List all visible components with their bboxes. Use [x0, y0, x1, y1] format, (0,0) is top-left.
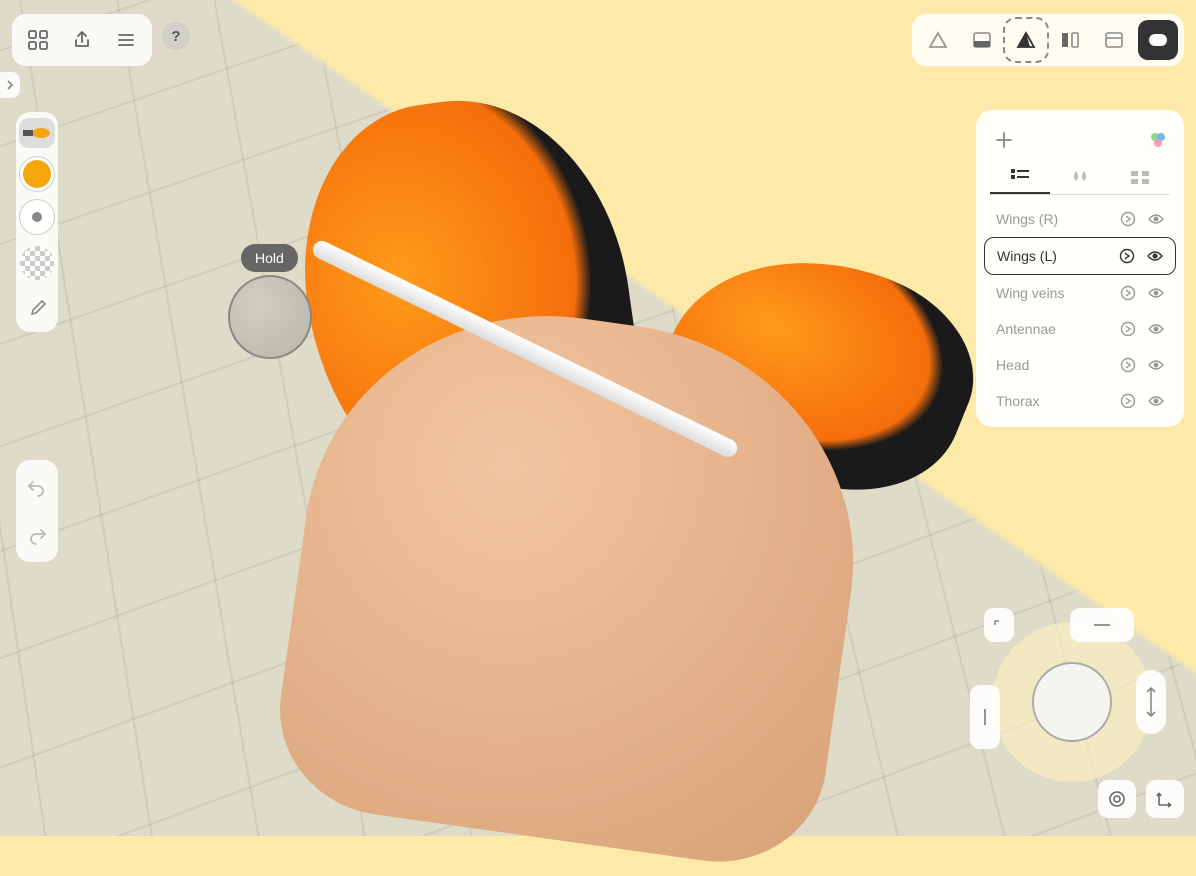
- eyedropper-button[interactable]: [20, 292, 54, 326]
- groups-icon: [1130, 169, 1150, 185]
- left-toolbar: [16, 112, 58, 332]
- updown-arrow-icon: [1143, 684, 1159, 720]
- vbar-icon: [982, 707, 988, 727]
- layers-panel: Wings (R) Wings (L) Wing veins Antennae …: [976, 110, 1184, 427]
- view-mode-shaded[interactable]: [962, 20, 1002, 60]
- view-mode-textured[interactable]: [1006, 20, 1046, 60]
- brush-size-button[interactable]: [20, 200, 54, 234]
- layer-name: Wings (L): [997, 248, 1057, 264]
- dark-bottom-icon: [972, 30, 992, 50]
- layers-panel-tabs: [990, 160, 1170, 195]
- navigation-compass[interactable]: [992, 622, 1152, 782]
- layer-row[interactable]: Wing veins: [984, 275, 1176, 311]
- eye-icon[interactable]: [1148, 357, 1164, 373]
- help-label: ?: [171, 28, 180, 45]
- layer-name: Head: [996, 357, 1029, 373]
- expand-sidebar-tab[interactable]: [0, 72, 20, 98]
- tab-groups[interactable]: [1110, 160, 1170, 194]
- tab-layers[interactable]: [990, 160, 1050, 194]
- picker-icon: [27, 299, 47, 319]
- redo-icon: [26, 524, 48, 546]
- grid-icon: [28, 30, 48, 50]
- tab-materials[interactable]: [1050, 160, 1110, 194]
- hold-tooltip: Hold: [241, 244, 298, 272]
- compass-corner-button[interactable]: [984, 608, 1014, 642]
- pill-icon: [1148, 33, 1168, 47]
- opacity-button[interactable]: [20, 246, 54, 280]
- layer-row[interactable]: Thorax: [984, 383, 1176, 419]
- axes-button[interactable]: [1146, 780, 1184, 818]
- arrow-circle-icon[interactable]: [1120, 393, 1136, 409]
- arrow-circle-icon[interactable]: [1120, 285, 1136, 301]
- arrow-circle-icon[interactable]: [1119, 248, 1135, 264]
- compass-left-button[interactable]: [970, 685, 1000, 749]
- hold-indicator: Hold: [228, 244, 312, 359]
- list-icon: [1010, 168, 1030, 184]
- minus-icon: [1092, 622, 1112, 628]
- layer-row[interactable]: Head: [984, 347, 1176, 383]
- share-icon: [72, 30, 92, 50]
- bottom-right-buttons: [1098, 780, 1184, 818]
- eye-icon[interactable]: [1148, 285, 1164, 301]
- layer-row[interactable]: Antennae: [984, 311, 1176, 347]
- top-left-toolbar: [12, 14, 152, 66]
- add-layer-button[interactable]: [992, 128, 1016, 152]
- recenter-button[interactable]: [1098, 780, 1136, 818]
- compass-right-button[interactable]: [1136, 670, 1166, 734]
- redo-button[interactable]: [20, 518, 54, 552]
- eye-icon[interactable]: [1148, 393, 1164, 409]
- arrow-circle-icon[interactable]: [1120, 321, 1136, 337]
- layer-name: Wing veins: [996, 285, 1064, 301]
- palette-icon: [1148, 130, 1168, 150]
- compass-top-button[interactable]: [1070, 608, 1134, 642]
- arrow-circle-icon[interactable]: [1120, 211, 1136, 227]
- view-mode-mirror[interactable]: [1050, 20, 1090, 60]
- target-icon: [1107, 789, 1127, 809]
- window-icon: [1104, 30, 1124, 50]
- eye-icon[interactable]: [1148, 321, 1164, 337]
- layer-row[interactable]: Wings (R): [984, 201, 1176, 237]
- undo-redo-group: [16, 460, 58, 562]
- layer-name: Antennae: [996, 321, 1056, 337]
- apps-grid-button[interactable]: [18, 20, 58, 60]
- brush-tool[interactable]: [19, 118, 55, 148]
- view-mode-window[interactable]: [1094, 20, 1134, 60]
- brush-icon: [23, 124, 51, 142]
- menu-icon: [116, 30, 136, 50]
- view-mode-wireframe[interactable]: [918, 20, 958, 60]
- view-mode-pill[interactable]: [1138, 20, 1178, 60]
- plus-icon: [994, 130, 1014, 150]
- layer-row[interactable]: Wings (L): [984, 237, 1176, 275]
- hold-circle: [228, 275, 312, 359]
- share-button[interactable]: [62, 20, 102, 60]
- eye-icon[interactable]: [1148, 211, 1164, 227]
- corner-icon: [993, 619, 1005, 631]
- triangle-outline-icon: [928, 30, 948, 50]
- layer-name: Thorax: [996, 393, 1040, 409]
- compass-center[interactable]: [1032, 662, 1112, 742]
- triangle-fill-icon: [1016, 30, 1036, 50]
- size-dot-icon: [32, 212, 42, 222]
- palette-logo[interactable]: [1148, 130, 1168, 150]
- eye-icon[interactable]: [1147, 248, 1163, 264]
- top-right-toolbar: [912, 14, 1184, 66]
- axes-icon: [1155, 789, 1175, 809]
- arrow-circle-icon[interactable]: [1120, 357, 1136, 373]
- undo-icon: [26, 476, 48, 498]
- layer-name: Wings (R): [996, 211, 1058, 227]
- menu-button[interactable]: [106, 20, 146, 60]
- color-picker-button[interactable]: [23, 160, 51, 188]
- chevron-right-icon: [6, 79, 14, 91]
- undo-button[interactable]: [20, 470, 54, 504]
- mirror-icon: [1060, 30, 1080, 50]
- drop-icon: [1070, 169, 1090, 185]
- help-button[interactable]: ?: [162, 22, 190, 50]
